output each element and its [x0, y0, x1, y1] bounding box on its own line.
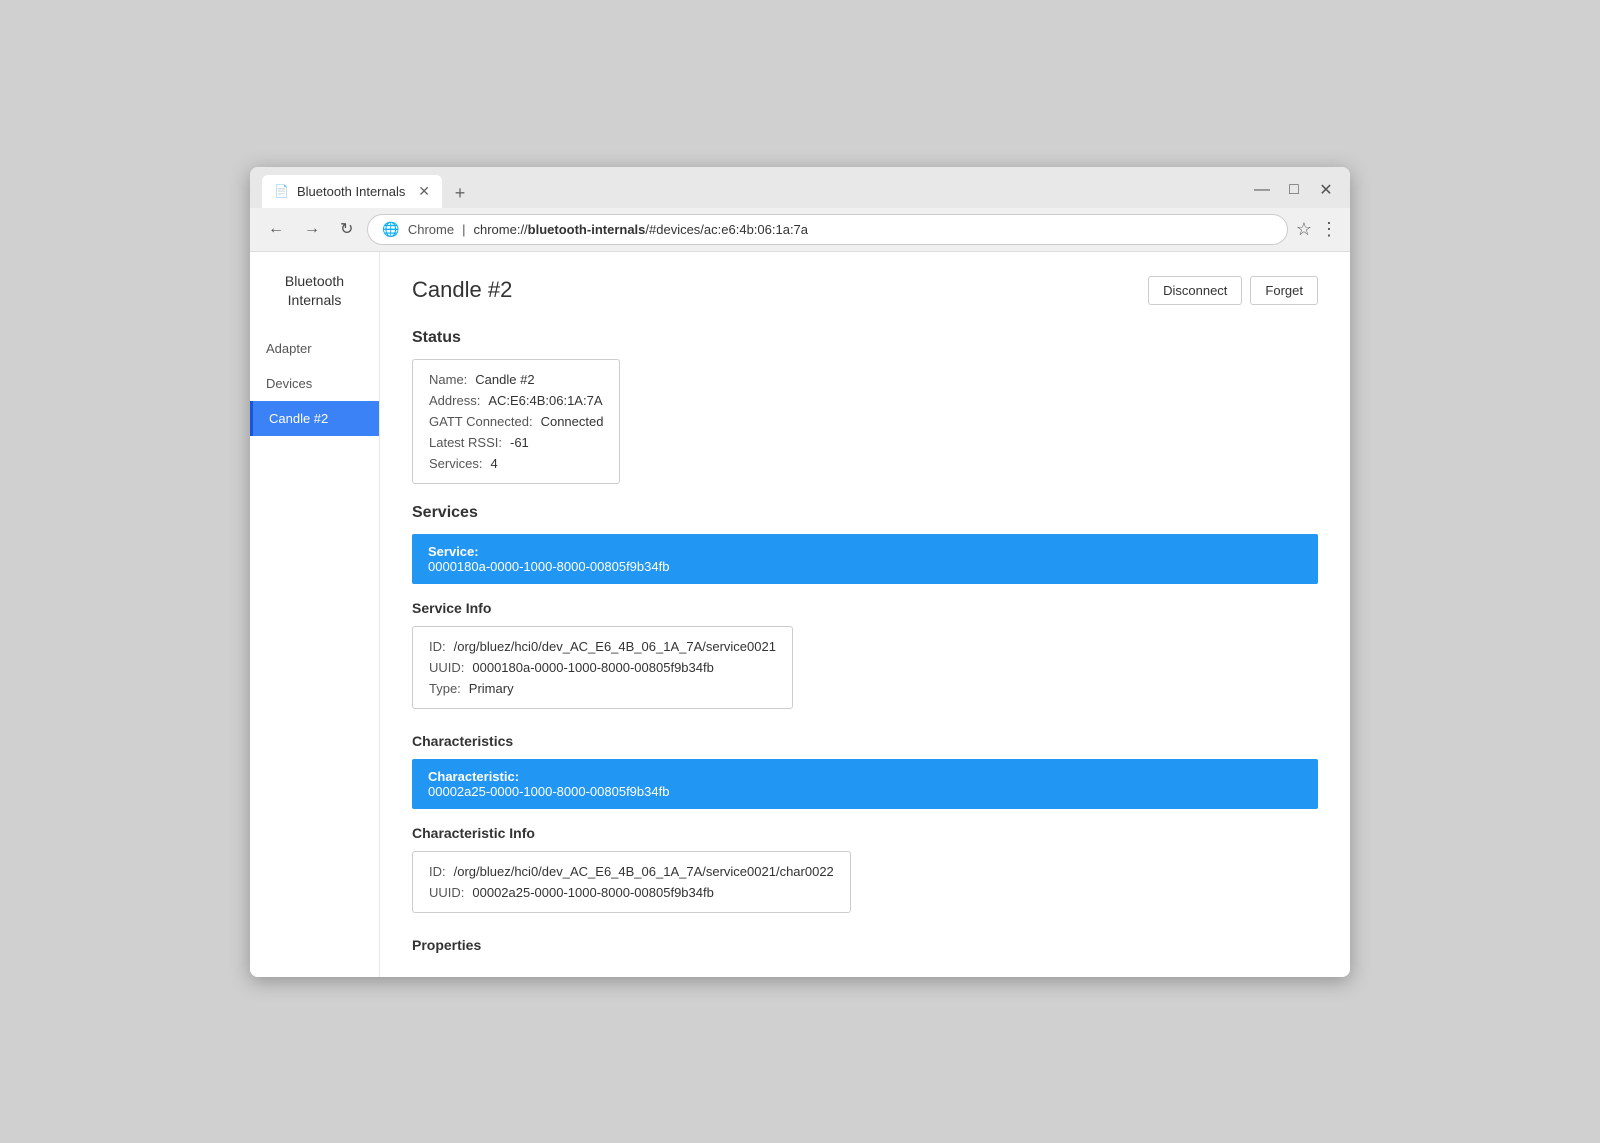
status-title: Status: [412, 329, 1318, 347]
service-type-label: Type:: [429, 681, 461, 696]
char-id-label: ID:: [429, 864, 446, 879]
characteristic-info-section: Characteristic Info ID: /org/bluez/hci0/…: [412, 825, 1318, 921]
status-gatt-row: GATT Connected: Connected: [429, 414, 603, 429]
gatt-label: GATT Connected:: [429, 414, 533, 429]
service-type-row: Type: Primary: [429, 681, 776, 696]
disconnect-button[interactable]: Disconnect: [1148, 276, 1242, 305]
toolbar-actions: ☆ ⋮: [1296, 219, 1338, 240]
sidebar-item-adapter[interactable]: Adapter: [250, 331, 379, 366]
char-uuid-row: UUID: 00002a25-0000-1000-8000-00805f9b34…: [429, 885, 834, 900]
tab-page-icon: 📄: [274, 184, 289, 198]
char-info-box: ID: /org/bluez/hci0/dev_AC_E6_4B_06_1A_7…: [412, 851, 851, 913]
reload-button[interactable]: ↻: [334, 215, 359, 243]
name-label: Name:: [429, 372, 467, 387]
active-tab[interactable]: 📄 Bluetooth Internals ✕: [262, 175, 442, 208]
maximize-button[interactable]: □: [1282, 181, 1306, 199]
window-controls: — □ ✕: [1250, 180, 1338, 208]
service-bar-value: 0000180a-0000-1000-8000-00805f9b34fb: [428, 559, 1302, 574]
gatt-value: Connected: [541, 414, 604, 429]
service-uuid-label: UUID:: [429, 660, 464, 675]
sidebar-item-candle2[interactable]: Candle #2: [250, 401, 379, 436]
services-title: Services: [412, 504, 1318, 522]
title-bar: 📄 Bluetooth Internals ✕ + — □ ✕: [250, 167, 1350, 208]
services-label: Services:: [429, 456, 482, 471]
service-type-value: Primary: [469, 681, 514, 696]
window-close-button[interactable]: ✕: [1314, 180, 1338, 200]
service-info-title: Service Info: [412, 600, 1318, 616]
address-url: chrome://bluetooth-internals/#devices/ac…: [473, 222, 808, 237]
services-section: Services Service: 0000180a-0000-1000-800…: [412, 504, 1318, 953]
rssi-value: -61: [510, 435, 529, 450]
service-bar-label: Service:: [428, 544, 1302, 559]
service-info-box: ID: /org/bluez/hci0/dev_AC_E6_4B_06_1A_7…: [412, 626, 793, 709]
status-name-row: Name: Candle #2: [429, 372, 603, 387]
device-header: Candle #2 Disconnect Forget: [412, 276, 1318, 305]
status-address-row: Address: AC:E6:4B:06:1A:7A: [429, 393, 603, 408]
sidebar-nav: Adapter Devices Candle #2: [250, 331, 379, 436]
sidebar-title: Bluetooth Internals: [250, 272, 379, 331]
device-title: Candle #2: [412, 277, 512, 303]
minimize-button[interactable]: —: [1250, 181, 1274, 199]
service-id-label: ID:: [429, 639, 446, 654]
char-uuid-value: 00002a25-0000-1000-8000-00805f9b34fb: [472, 885, 713, 900]
status-services-row: Services: 4: [429, 456, 603, 471]
page-content: Bluetooth Internals Adapter Devices Cand…: [250, 252, 1350, 977]
menu-icon[interactable]: ⋮: [1320, 219, 1338, 240]
address-separator: |: [462, 222, 465, 237]
service-id-value: /org/bluez/hci0/dev_AC_E6_4B_06_1A_7A/se…: [454, 639, 776, 654]
characteristics-title: Characteristics: [412, 733, 1318, 749]
browser-brand: Chrome: [408, 222, 454, 237]
browser-window: 📄 Bluetooth Internals ✕ + — □ ✕ ← → ↻ 🌐 …: [250, 167, 1350, 977]
services-value: 4: [490, 456, 497, 471]
characteristic-bar[interactable]: Characteristic: 00002a25-0000-1000-8000-…: [412, 759, 1318, 809]
address-post: /#devices/ac:e6:4b:06:1a:7a: [645, 222, 808, 237]
status-info-box: Name: Candle #2 Address: AC:E6:4B:06:1A:…: [412, 359, 620, 484]
properties-title: Properties: [412, 937, 1318, 953]
status-rssi-row: Latest RSSI: -61: [429, 435, 603, 450]
address-host: bluetooth-internals: [528, 222, 646, 237]
site-info-icon: 🌐: [382, 221, 399, 238]
service-info-section: Service Info ID: /org/bluez/hci0/dev_AC_…: [412, 600, 1318, 717]
service-uuid-value: 0000180a-0000-1000-8000-00805f9b34fb: [472, 660, 713, 675]
char-info-title: Characteristic Info: [412, 825, 1318, 841]
tab-title: Bluetooth Internals: [297, 184, 405, 199]
service-uuid-row: UUID: 0000180a-0000-1000-8000-00805f9b34…: [429, 660, 776, 675]
address-bar[interactable]: 🌐 Chrome | chrome://bluetooth-internals/…: [367, 214, 1287, 245]
status-section: Status Name: Candle #2 Address: AC:E6:4B…: [412, 329, 1318, 504]
address-value: AC:E6:4B:06:1A:7A: [488, 393, 602, 408]
sidebar: Bluetooth Internals Adapter Devices Cand…: [250, 252, 380, 977]
name-value: Candle #2: [475, 372, 534, 387]
forward-button[interactable]: →: [298, 216, 326, 242]
header-buttons: Disconnect Forget: [1148, 276, 1318, 305]
rssi-label: Latest RSSI:: [429, 435, 502, 450]
service-bar[interactable]: Service: 0000180a-0000-1000-8000-00805f9…: [412, 534, 1318, 584]
main-content: Candle #2 Disconnect Forget Status Name:…: [380, 252, 1350, 977]
bookmark-icon[interactable]: ☆: [1296, 219, 1312, 240]
forget-button[interactable]: Forget: [1250, 276, 1318, 305]
address-label: Address:: [429, 393, 480, 408]
new-tab-button[interactable]: +: [446, 180, 474, 208]
characteristics-section: Characteristics Characteristic: 00002a25…: [412, 733, 1318, 953]
char-bar-label: Characteristic:: [428, 769, 1302, 784]
char-id-row: ID: /org/bluez/hci0/dev_AC_E6_4B_06_1A_7…: [429, 864, 834, 879]
service-id-row: ID: /org/bluez/hci0/dev_AC_E6_4B_06_1A_7…: [429, 639, 776, 654]
sidebar-item-devices[interactable]: Devices: [250, 366, 379, 401]
toolbar: ← → ↻ 🌐 Chrome | chrome://bluetooth-inte…: [250, 208, 1350, 252]
tab-close-button[interactable]: ✕: [418, 183, 430, 200]
address-pre: chrome://: [473, 222, 527, 237]
char-id-value: /org/bluez/hci0/dev_AC_E6_4B_06_1A_7A/se…: [454, 864, 834, 879]
char-bar-value: 00002a25-0000-1000-8000-00805f9b34fb: [428, 784, 1302, 799]
char-uuid-label: UUID:: [429, 885, 464, 900]
back-button[interactable]: ←: [262, 216, 290, 242]
